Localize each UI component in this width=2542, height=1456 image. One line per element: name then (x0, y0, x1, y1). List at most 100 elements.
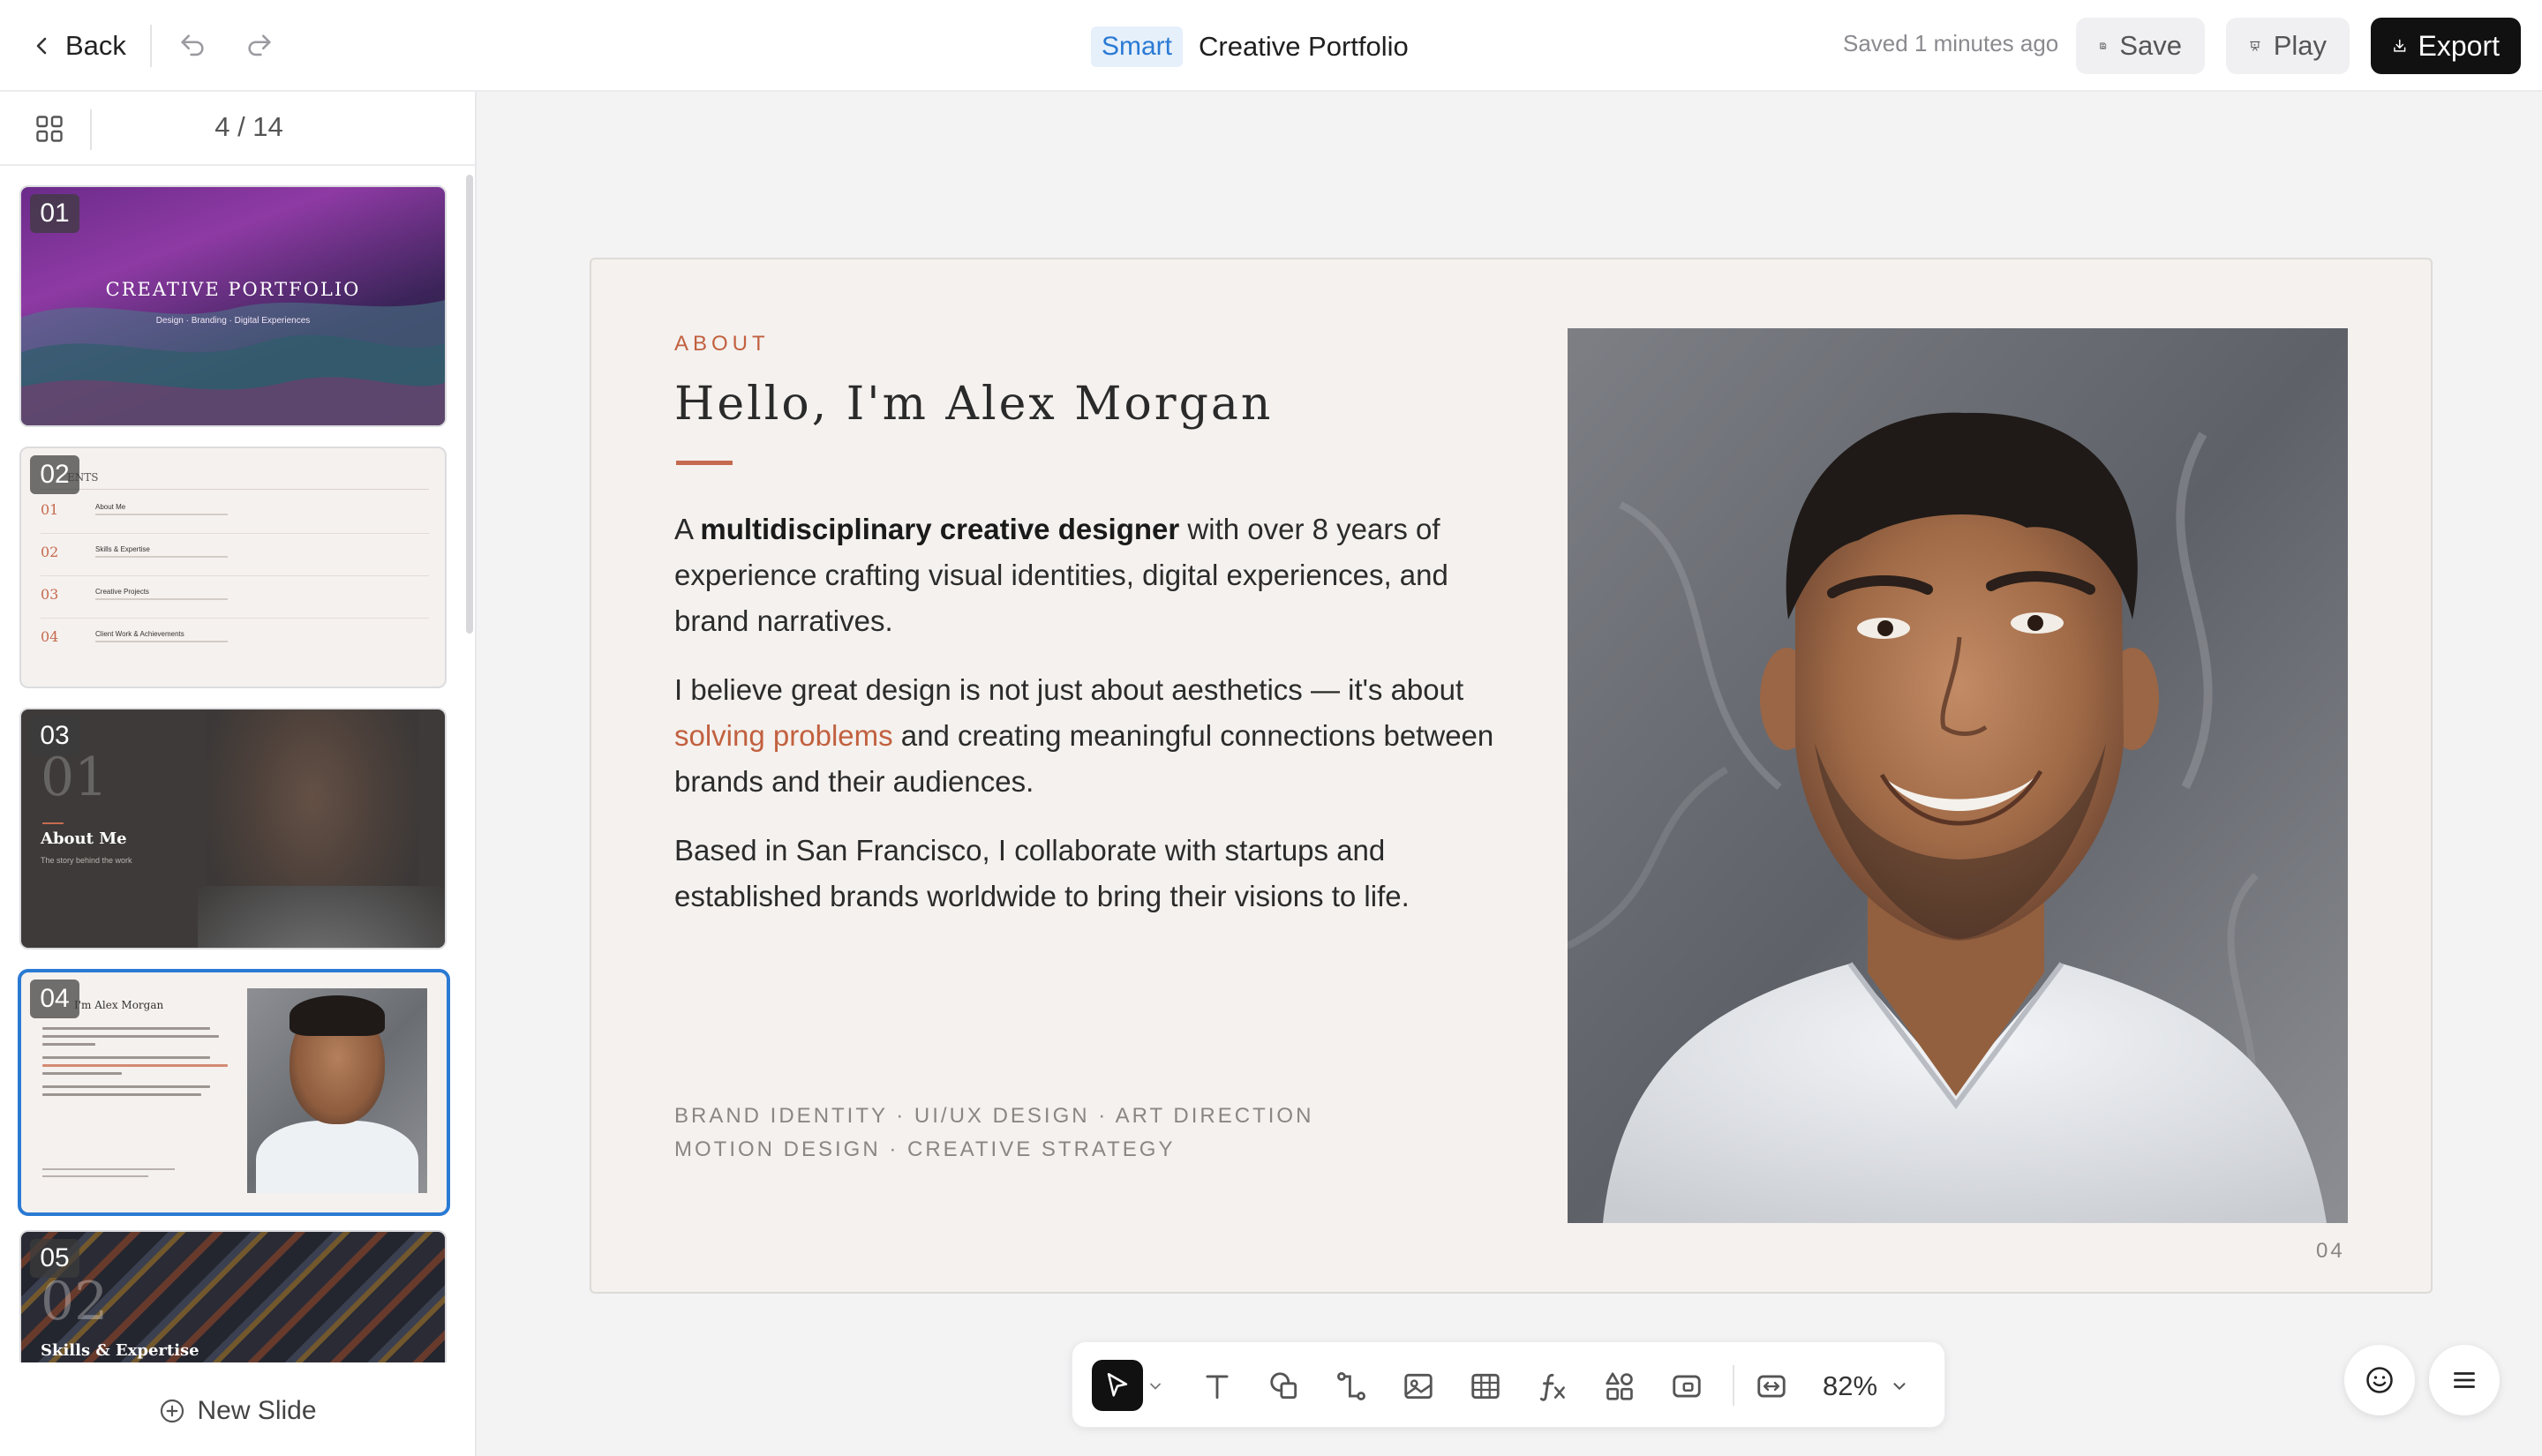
thumbnail-list[interactable]: 01 CREATIVE PORTFOLIO Design · Branding … (0, 166, 475, 1366)
pointer-icon (1107, 1372, 1128, 1397)
smart-badge[interactable]: Smart (1091, 26, 1184, 67)
section-number: 02 (41, 1271, 109, 1332)
slide-thumbnail-2[interactable]: 02 ENTS 01 About Me 02 Skills & Expertis… (19, 447, 447, 688)
page-indicator: 4 / 14 (214, 111, 283, 142)
insert-toolbar: 82% (1072, 1341, 1945, 1428)
connector-tool-button[interactable] (1328, 1363, 1374, 1409)
skills-tags[interactable]: BRAND IDENTITY · UI/UX DESIGN · ART DIRE… (674, 1100, 1313, 1167)
select-tool-button[interactable] (1092, 1360, 1143, 1411)
save-icon (2100, 42, 2107, 49)
contents-sub-line (95, 641, 228, 642)
contents-label: Creative Projects (95, 588, 149, 596)
contents-number: 01 (41, 501, 59, 518)
waves-graphic (21, 300, 445, 425)
section-number: 01 (41, 747, 109, 808)
slide-heading[interactable]: Hello, I'm Alex Morgan (674, 378, 1273, 431)
divider (41, 489, 429, 490)
background-photo-shirt (198, 886, 445, 948)
table-tool-button[interactable] (1463, 1363, 1508, 1409)
fit-to-screen-button[interactable] (1749, 1363, 1794, 1409)
divider (41, 618, 429, 619)
skills-line-2: MOTION DESIGN · CREATIVE STRATEGY (674, 1137, 1176, 1161)
saved-status: Saved 1 minutes ago (1843, 30, 2059, 56)
text-icon (1206, 1375, 1229, 1400)
slide-number-badge: 03 (30, 717, 79, 755)
shapes-tool-button[interactable] (1261, 1363, 1307, 1409)
smiley-icon (2366, 1367, 2393, 1393)
redo-button[interactable] (240, 26, 279, 65)
contents-number: 04 (41, 628, 59, 645)
fit-icon (1757, 1375, 1786, 1398)
scrollbar-thumb[interactable] (466, 175, 473, 634)
formula-icon (1539, 1373, 1565, 1401)
chevron-left-icon (36, 37, 47, 55)
text-span: I believe great design is not just about… (674, 673, 1464, 706)
divider (1733, 1365, 1734, 1406)
contents-sub-line (95, 514, 228, 515)
zoom-selector[interactable]: 82% (1823, 1365, 1909, 1407)
thumbnail-portrait (247, 988, 427, 1193)
widgets-tool-button[interactable] (1597, 1363, 1643, 1409)
location-paragraph[interactable]: Based in San Francisco, I collaborate wi… (674, 828, 1495, 919)
redo-icon (248, 34, 271, 56)
accent-text: solving problems (674, 719, 893, 752)
contents-label: Skills & Expertise (95, 545, 150, 553)
contents-label: Client Work & Achievements (95, 630, 184, 638)
intro-paragraph[interactable]: A multidisciplinary creative designer wi… (674, 507, 1495, 644)
belief-paragraph[interactable]: I believe great design is not just about… (674, 667, 1495, 805)
slide-number-badge: 01 (30, 194, 79, 233)
contents-row: 03 Creative Projects (41, 586, 429, 625)
text-tool-button[interactable] (1194, 1363, 1240, 1409)
portrait-illustration (1568, 328, 2348, 1223)
slide-number-badge: 02 (30, 455, 79, 494)
zoom-value: 82% (1823, 1370, 1878, 1401)
slides-sidebar: 4 / 14 01 CREATIVE PORTFOLIO Design · Br… (0, 92, 477, 1456)
back-button[interactable]: Back (32, 23, 126, 69)
skills-line-1: BRAND IDENTITY · UI/UX DESIGN · ART DIRE… (674, 1104, 1314, 1128)
top-bar: Back Smart Creative Portfolio Saved 1 mi… (0, 0, 2542, 92)
contents-sub-line (95, 556, 228, 558)
contents-number: 03 (41, 586, 59, 603)
image-tool-button[interactable] (1395, 1363, 1441, 1409)
contents-label: About Me (95, 503, 126, 511)
thumbnail-title: Skills & Expertise (41, 1341, 199, 1360)
contents-sub-line (95, 598, 228, 600)
slide-thumbnail-4[interactable]: 04 I'm Alex Morgan (18, 969, 450, 1216)
slide-thumbnail-1[interactable]: 01 CREATIVE PORTFOLIO Design · Branding … (19, 185, 447, 427)
bold-text: multidisciplinary creative designer (700, 513, 1180, 545)
thumbnail-subtitle: Design · Branding · Digital Experiences (155, 316, 311, 326)
sidebar-header: 4 / 14 (0, 92, 475, 166)
document-title[interactable]: Creative Portfolio (1199, 31, 1409, 63)
slide-thumbnail-5[interactable]: 05 02 Skills & Expertise (19, 1230, 447, 1362)
play-button[interactable]: Play (2226, 18, 2350, 74)
document-title-area: Smart Creative Portfolio (1091, 26, 1409, 68)
contents-row: 04 Client Work & Achievements (41, 628, 429, 667)
menu-button[interactable] (2429, 1345, 2500, 1415)
slide-canvas[interactable]: ABOUT Hello, I'm Alex Morgan A multidisc… (590, 258, 2433, 1294)
grid-view-button[interactable] (34, 113, 65, 145)
formula-tool-button[interactable] (1530, 1363, 1576, 1409)
slide-number-badge: 05 (30, 1239, 79, 1278)
divider (41, 533, 429, 534)
widgets-icon (1606, 1372, 1633, 1400)
export-label: Export (2418, 29, 2500, 62)
image-icon (1404, 1373, 1433, 1400)
thumbnail-subtitle: The story behind the work (41, 856, 132, 865)
media-tool-button[interactable] (1664, 1363, 1710, 1409)
portrait-image[interactable] (1568, 328, 2348, 1223)
slide-eyebrow[interactable]: ABOUT (674, 332, 770, 356)
media-icon (1673, 1375, 1701, 1398)
slide-number-badge: 04 (30, 979, 79, 1018)
accent-rule (42, 822, 64, 824)
slide-thumbnail-3[interactable]: 03 01 About Me The story behind the work (19, 708, 447, 949)
select-tool-dropdown[interactable] (1147, 1377, 1164, 1395)
contents-number: 02 (41, 544, 59, 560)
feedback-button[interactable] (2344, 1345, 2415, 1415)
undo-button[interactable] (173, 26, 212, 65)
save-button[interactable]: Save (2076, 18, 2205, 74)
shapes-icon (1270, 1372, 1297, 1400)
export-button[interactable]: Export (2371, 18, 2521, 74)
accent-rule (676, 461, 733, 465)
chevron-down-icon (1150, 1383, 1161, 1390)
new-slide-button[interactable]: New Slide (0, 1366, 475, 1456)
